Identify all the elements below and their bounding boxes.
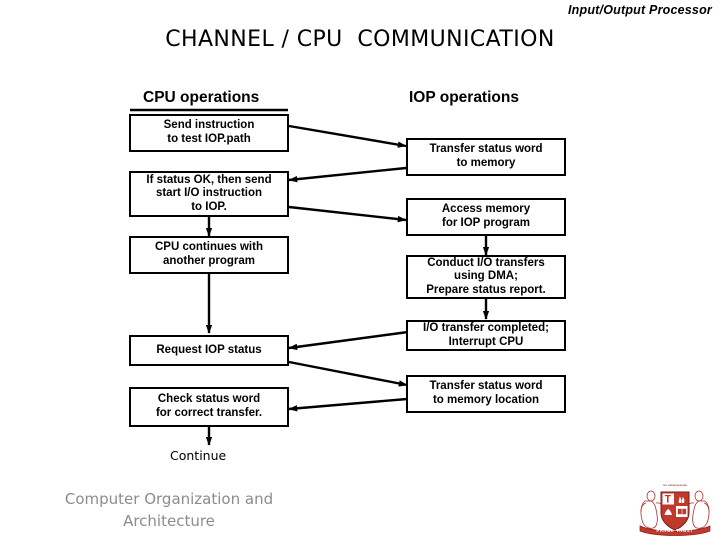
flow-box-cpu-4: Request IOP status	[129, 335, 289, 366]
flow-box-iop-5: Transfer status word to memory location	[406, 375, 566, 413]
arrow-iop4-to-cpu4	[288, 330, 409, 351]
flow-connectors	[130, 108, 490, 446]
flow-box-cpu-5: Check status word for correct transfer.	[129, 387, 289, 427]
page-title: CHANNEL / CPU COMMUNICATION	[165, 27, 555, 52]
arrow-iop5-to-cpu5	[288, 397, 408, 412]
column-heading-cpu: CPU operations	[143, 89, 260, 106]
slide-footer-label: Computer Organization and Architecture	[64, 490, 274, 530]
crest-quarter-2	[676, 493, 688, 505]
crest-supporter-left	[640, 490, 664, 529]
flow-box-iop-3: Conduct I/O transfers using DMA; Prepare…	[406, 255, 566, 299]
crest-motto: om sahanavavatu	[663, 483, 688, 487]
slide-header-label: Input/Output Processor	[568, 3, 712, 17]
parul-trust-crest-logo: om sahanavavatu PARUL TRUST	[639, 483, 711, 536]
crest-banner-text: PARUL TRUST	[656, 528, 693, 533]
arrow-cpu4-to-iop5	[288, 360, 408, 387]
arrow-cpu1-to-iop1	[288, 124, 407, 148]
flow-box-iop-1: Transfer status word to memory	[406, 138, 566, 176]
slide-canvas: Input/Output Processor CHANNEL / CPU COM…	[0, 0, 720, 540]
flow-box-cpu-2: If status OK, then send start I/O instru…	[129, 171, 289, 217]
column-heading-iop: IOP operations	[409, 89, 519, 106]
flow-label-continue: Continue	[170, 448, 227, 463]
flow-box-iop-2: Access memory for IOP program	[406, 198, 566, 236]
arrow-cpu2-to-iop2	[288, 205, 407, 223]
crest-supporter-right	[686, 490, 710, 529]
crest-charge-book	[677, 508, 687, 515]
arrow-iop1-to-cpu2	[288, 166, 407, 183]
flow-box-iop-4: I/O transfer completed; Interrupt CPU	[406, 320, 566, 351]
flow-box-cpu-3: CPU continues with another program	[129, 236, 289, 274]
flow-box-cpu-1: Send instruction to test IOP.path	[129, 114, 289, 152]
